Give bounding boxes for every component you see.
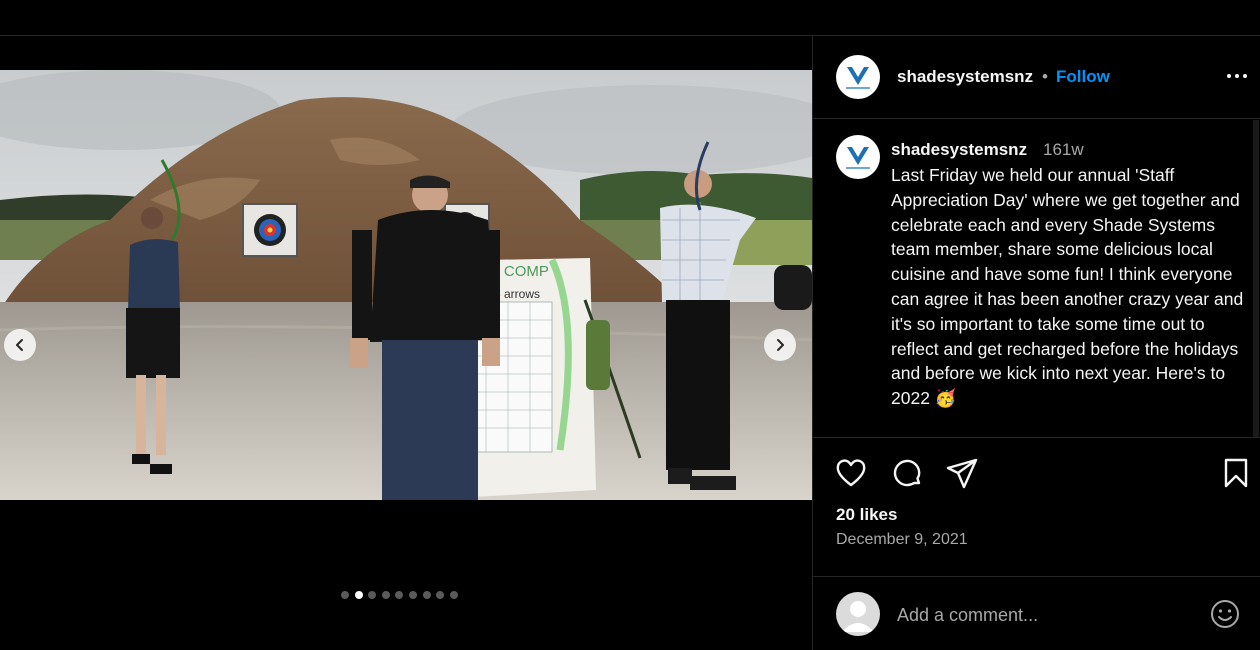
- carousel-dot: [395, 591, 404, 599]
- caption-avatar[interactable]: [836, 135, 880, 179]
- post-author-username[interactable]: shadesystemsnz: [897, 67, 1033, 87]
- like-button[interactable]: [834, 456, 868, 490]
- carousel-next-button[interactable]: [764, 329, 796, 361]
- archery-photo: Y COMP 6 arrows: [0, 70, 812, 500]
- carousel-dot: [449, 591, 458, 599]
- add-comment-row: [813, 576, 1260, 650]
- comment-input[interactable]: [897, 602, 1187, 628]
- scrollbar-thumb[interactable]: [1253, 120, 1259, 437]
- post-actions: [813, 456, 1260, 492]
- top-bar: [0, 0, 1260, 36]
- current-user-avatar: [836, 592, 880, 636]
- comment-button[interactable]: [890, 456, 924, 490]
- carousel-dot: [408, 591, 417, 599]
- default-avatar-icon: [842, 601, 874, 632]
- more-options-icon[interactable]: [1225, 64, 1249, 88]
- separator-dot: •: [1042, 67, 1048, 86]
- likes-count[interactable]: 20 likes: [836, 505, 897, 525]
- carousel-dot: [436, 591, 445, 599]
- sign-text-2: 6 arrows: [494, 287, 540, 301]
- bookmark-icon: [1224, 458, 1248, 488]
- follow-button[interactable]: Follow: [1056, 67, 1110, 87]
- comment-icon: [893, 459, 921, 487]
- share-button[interactable]: [945, 456, 979, 490]
- carousel-indicator: [341, 591, 458, 599]
- heart-icon: [836, 459, 866, 487]
- carousel-dot: [422, 591, 431, 599]
- caption-scrollbar[interactable]: [1253, 120, 1259, 437]
- save-button[interactable]: [1219, 456, 1253, 490]
- carousel-dot: [341, 591, 349, 599]
- carousel-dot: [354, 591, 363, 599]
- carousel-dot: [381, 591, 390, 599]
- share-icon: [946, 458, 978, 489]
- post-time-ago[interactable]: 161w: [1043, 140, 1084, 160]
- post-media: Y COMP 6 arrows: [0, 36, 812, 650]
- chevron-left-icon: [16, 339, 23, 351]
- carousel-prev-button[interactable]: [4, 329, 36, 361]
- caption-text: Last Friday we held our annual 'Staff Ap…: [891, 165, 1244, 409]
- post-side-panel: shadesystemsnz • Follow shadesystemsnz 1…: [812, 36, 1260, 650]
- caption-username[interactable]: shadesystemsnz: [891, 140, 1027, 160]
- emoji-icon[interactable]: [1209, 598, 1241, 630]
- post-date[interactable]: December 9, 2021: [836, 531, 968, 549]
- carousel-dot: [368, 591, 377, 599]
- shade-systems-logo-icon: [846, 147, 870, 169]
- shade-systems-logo-icon: [846, 67, 870, 89]
- caption-area: shadesystemsnz 161w Last Friday we held …: [813, 120, 1260, 438]
- profile-avatar[interactable]: [836, 55, 880, 99]
- post-photo: Y COMP 6 arrows: [0, 70, 812, 500]
- post-header: shadesystemsnz • Follow: [813, 36, 1260, 119]
- chevron-right-icon: [777, 339, 784, 351]
